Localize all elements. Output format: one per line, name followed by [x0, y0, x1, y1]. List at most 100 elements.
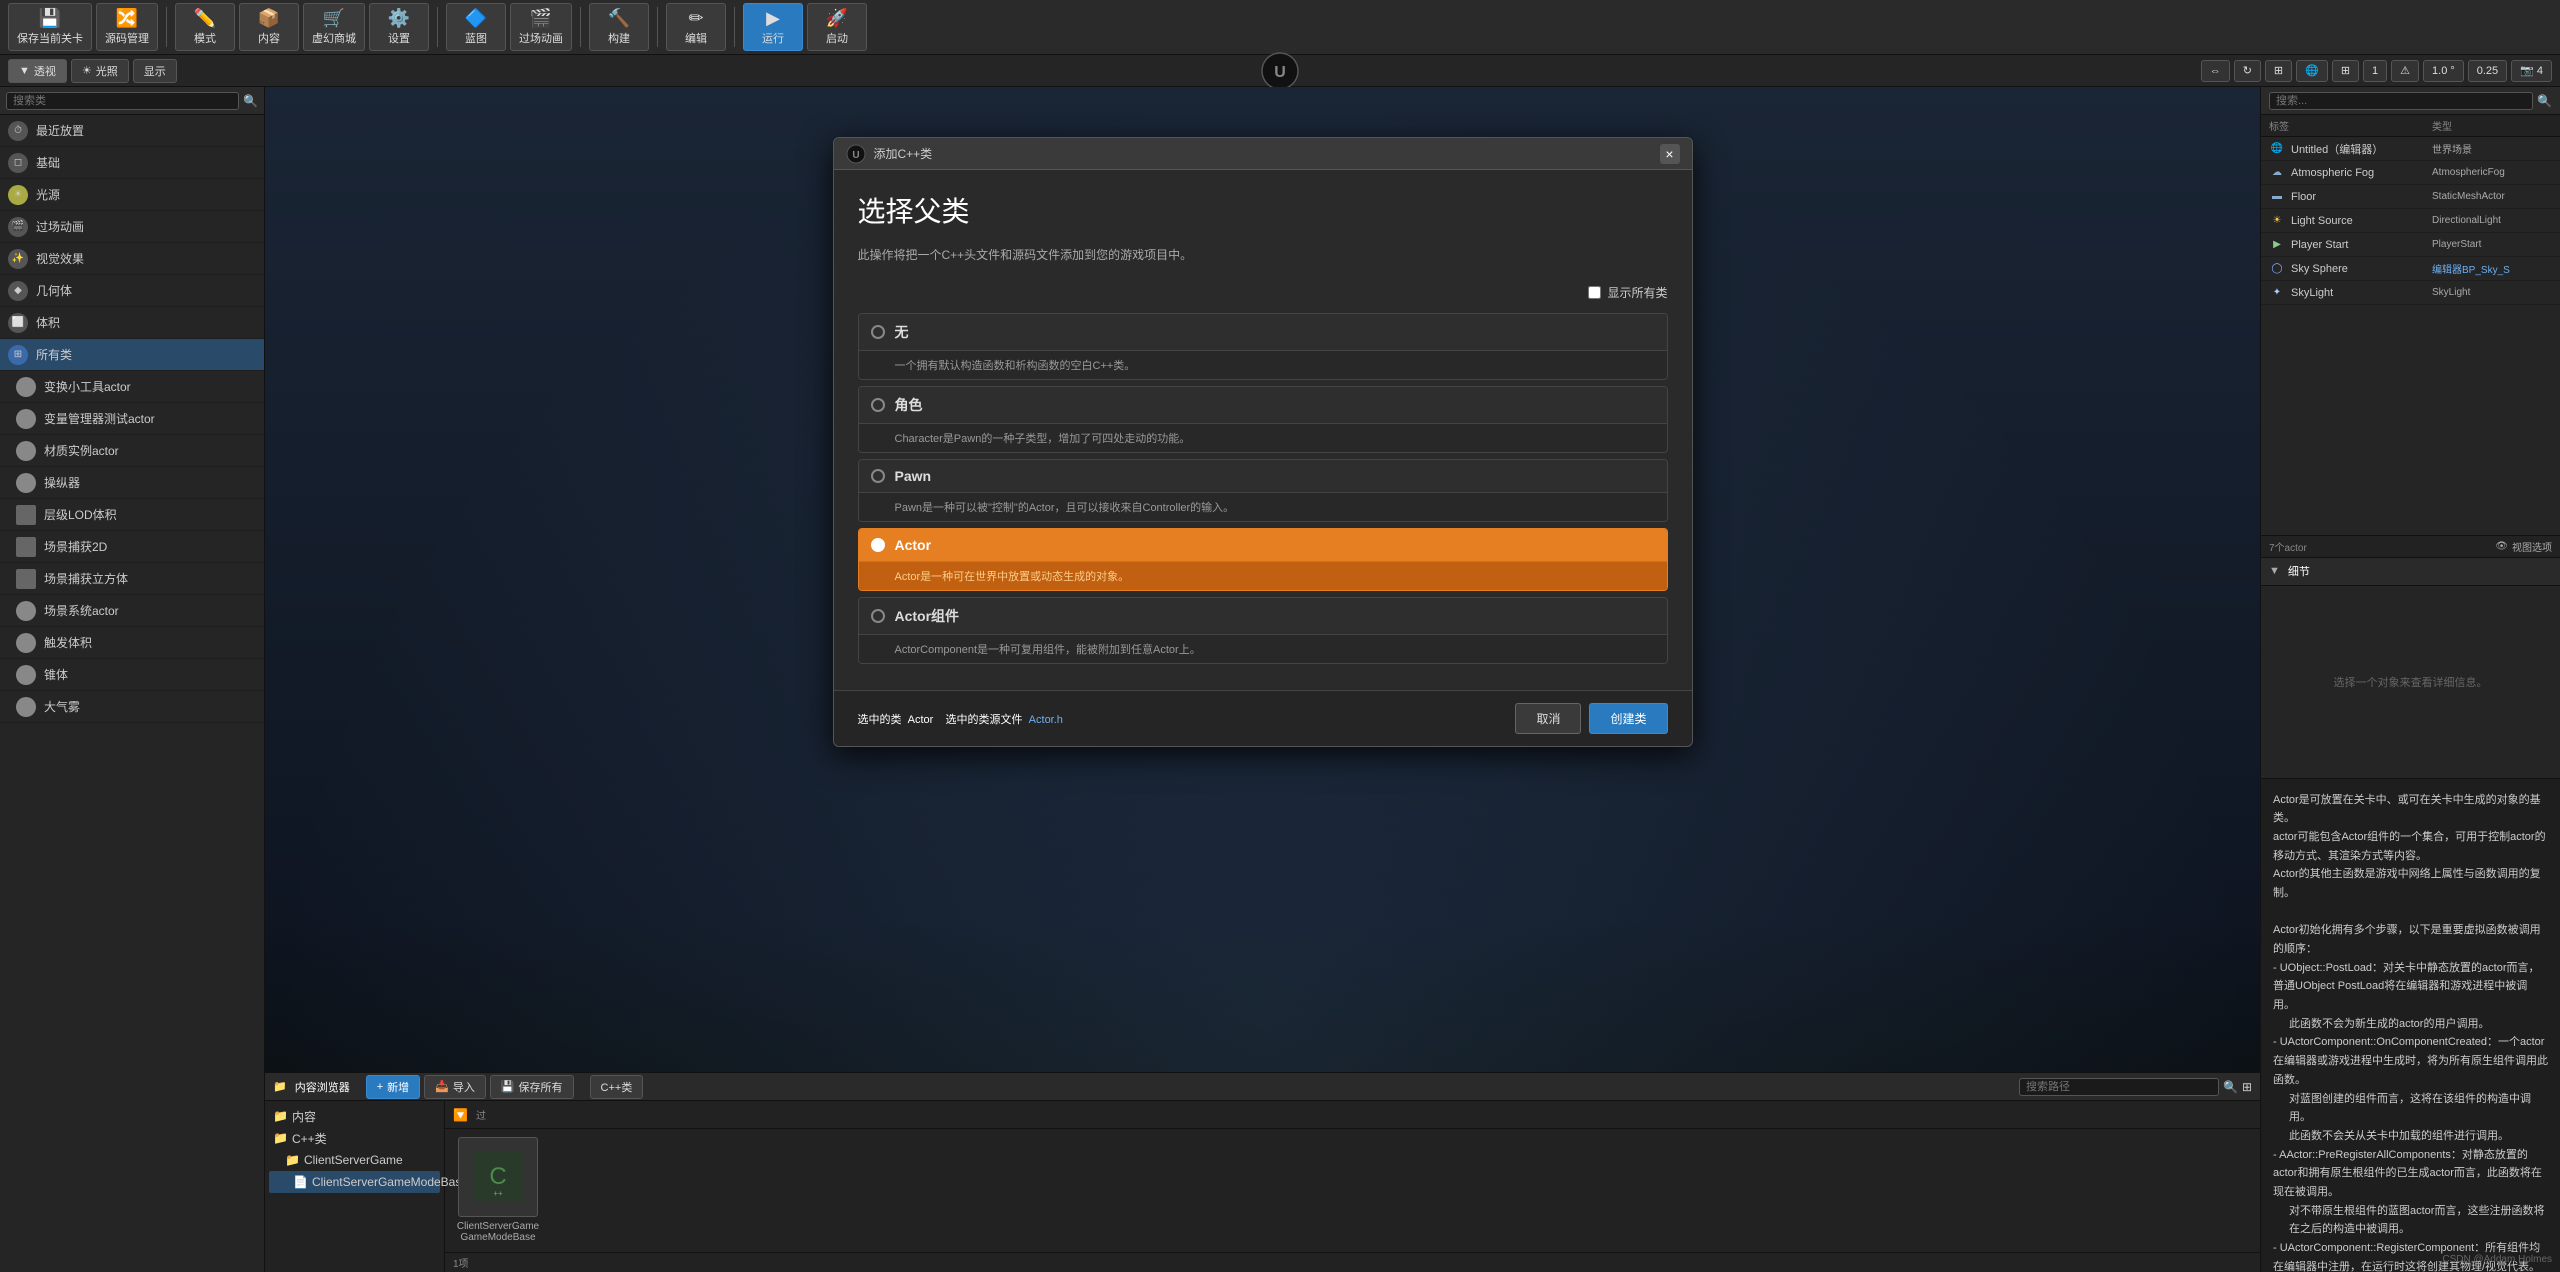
import-button[interactable]: 📥 导入 — [424, 1075, 486, 1099]
actor-item-capture2d[interactable]: 场景捕获2D — [0, 531, 264, 563]
cpp-tab-button[interactable]: C++类 — [590, 1075, 644, 1099]
ue-dialog-logo: U 添加C++类 — [846, 144, 933, 164]
create-class-button[interactable]: 创建类 — [1589, 703, 1667, 734]
show-all-row: 显示所有类 — [858, 284, 1668, 301]
actor-item-lod[interactable]: 层级LOD体积 — [0, 499, 264, 531]
class-option-actor-header[interactable]: Actor — [859, 529, 1667, 561]
outliner-item-atmosfog[interactable]: ☁ Atmospheric Fog AtmosphericFog — [2261, 161, 2560, 185]
actor-item-systems[interactable]: 场景系统actor — [0, 595, 264, 627]
actor-item-varmgr[interactable]: 变量管理器测试actor — [0, 403, 264, 435]
world-space-button[interactable]: 🌐 — [2296, 60, 2328, 82]
edit-button[interactable]: ✏ 编辑 — [666, 3, 726, 51]
content-count-bar: 1项 — [445, 1252, 2260, 1272]
category-basic[interactable]: ◻ 基础 — [0, 147, 264, 179]
category-all[interactable]: ⊞ 所有类 — [0, 339, 264, 371]
sphere-icon-manipulator — [16, 473, 36, 493]
actor-item-trigger[interactable]: 触发体积 — [0, 627, 264, 659]
scale-button[interactable]: ⊞ — [2265, 60, 2292, 82]
category-cinematic[interactable]: 🎬 过场动画 — [0, 211, 264, 243]
outliner-item-skylight[interactable]: ✦ SkyLight SkyLight — [2261, 281, 2560, 305]
lighting-label: 光照 — [96, 63, 118, 79]
tree-item-content[interactable]: 📁 内容 — [269, 1105, 440, 1127]
actor-search-input[interactable] — [6, 92, 239, 110]
actor-item-capture3d[interactable]: 场景捕获立方体 — [0, 563, 264, 595]
settings-button[interactable]: ⚙️ 设置 — [369, 3, 429, 51]
new-asset-button[interactable]: + 新增 — [366, 1075, 420, 1099]
actor-transform-label: 变换小工具actor — [44, 378, 131, 395]
view-options-toggle[interactable]: 👁 视图选项 — [2495, 539, 2552, 554]
build-button[interactable]: 🔨 构建 — [589, 3, 649, 51]
warning-icon-btn[interactable]: ⚠ — [2391, 60, 2419, 82]
tree-item-cpp[interactable]: 📁 C++类 — [269, 1127, 440, 1149]
category-recent[interactable]: ⏱ 最近放置 — [0, 115, 264, 147]
path-input[interactable] — [2019, 1078, 2219, 1096]
outliner-item-light[interactable]: ☀ Light Source DirectionalLight — [2261, 209, 2560, 233]
tree-item-game[interactable]: 📁 ClientServerGame — [269, 1149, 440, 1171]
class-option-actorcomponent: Actor组件 ActorComponent是一种可复用组件，能被附加到任意Ac… — [858, 597, 1668, 664]
content-button[interactable]: 📦 内容 — [239, 3, 299, 51]
category-light-label: 光源 — [36, 186, 60, 203]
camera-speed[interactable]: 📷 4 — [2511, 60, 2552, 82]
save-button[interactable]: 💾 保存当前关卡 — [8, 3, 92, 51]
show-button[interactable]: 显示 — [133, 59, 177, 83]
content-browser-actions: + 新增 📥 导入 💾 保存所有 — [366, 1075, 574, 1099]
scale-input[interactable]: 0.25 — [2468, 60, 2507, 82]
secondary-toolbar: ▼ 透视 ☀ 光照 显示 U ⇔ ↻ ⊞ 🌐 ⊞ 1 ⚠ 1.0° 0.25 📷 — [0, 55, 2560, 87]
asset-gamemode[interactable]: C ++ ClientServerGameGameModeBase — [453, 1137, 543, 1243]
mode-button[interactable]: ✏️ 模式 — [175, 3, 235, 51]
outliner-items-list: 🌐 Untitled（编辑器） 世界场景 ☁ Atmospheric Fog A… — [2261, 137, 2560, 535]
details-header: ▼ 细节 — [2261, 558, 2560, 586]
tree-item-gamemode[interactable]: 📄 ClientServerGameModeBase — [269, 1171, 440, 1193]
folder-icon: 📁 — [273, 1109, 288, 1123]
game-folder-icon: 📁 — [285, 1153, 300, 1167]
market-button[interactable]: 🛒 虚幻商城 — [303, 3, 365, 51]
dialog-footer: 选中的类 Actor 选中的类源文件 Actor.h 取消 创建类 — [834, 690, 1692, 746]
outliner-item-world[interactable]: 🌐 Untitled（编辑器） 世界场景 — [2261, 137, 2560, 161]
outliner-item-skysphere[interactable]: ◯ Sky Sphere 编辑器BP_Sky_S — [2261, 257, 2560, 281]
class-option-none-header[interactable]: 无 — [859, 314, 1667, 350]
outliner-item-floor[interactable]: ▬ Floor StaticMeshActor — [2261, 185, 2560, 209]
light-icon: ☀ — [8, 185, 28, 205]
grid-value[interactable]: 1 — [2363, 60, 2387, 82]
skylight-icon: ✦ — [2269, 285, 2285, 301]
content-browser-icon: 📁 — [273, 1080, 287, 1093]
path-bar: 🔍 ⊞ — [2019, 1078, 2252, 1096]
outliner-item-playerstart[interactable]: ▶ Player Start PlayerStart — [2261, 233, 2560, 257]
grid-snap-button[interactable]: ⊞ — [2332, 60, 2359, 82]
rotate-button[interactable]: ↻ — [2234, 60, 2261, 82]
lighting-button[interactable]: ☀ 光照 — [71, 59, 129, 83]
category-light[interactable]: ☀ 光源 — [0, 179, 264, 211]
class-option-actorcomponent-header[interactable]: Actor组件 — [859, 598, 1667, 634]
actor-item-transform[interactable]: 变换小工具actor — [0, 371, 264, 403]
translate-button[interactable]: ⇔ — [2201, 60, 2230, 82]
category-volume[interactable]: ⬜ 体积 — [0, 307, 264, 339]
save-all-label: 保存所有 — [519, 1079, 563, 1095]
save-icon: 💾 — [39, 9, 61, 27]
actor-item-manipulator[interactable]: 操纵器 — [0, 467, 264, 499]
category-vfx[interactable]: ✨ 视觉效果 — [0, 243, 264, 275]
sun-icon: ☀ — [82, 64, 92, 77]
class-option-character-header[interactable]: 角色 — [859, 387, 1667, 423]
launch-button[interactable]: 🚀 启动 — [807, 3, 867, 51]
rotation-snap[interactable]: 1.0° — [2423, 60, 2464, 82]
search-icon: 🔍 — [243, 94, 258, 108]
play-button[interactable]: ▶ 运行 — [743, 3, 803, 51]
category-geometry[interactable]: ◆ 几何体 — [0, 275, 264, 307]
filter-pass-label: 过 — [476, 1107, 486, 1122]
class-option-pawn-header[interactable]: Pawn — [859, 460, 1667, 492]
actor-item-atmos[interactable]: 大气雾 — [0, 691, 264, 723]
dialog-close-button[interactable]: × — [1660, 144, 1680, 164]
cinematics-button[interactable]: 🎬 过场动画 — [510, 3, 572, 51]
show-all-checkbox[interactable] — [1588, 286, 1601, 299]
actor-item-material[interactable]: 材质实例actor — [0, 435, 264, 467]
cancel-button[interactable]: 取消 — [1515, 703, 1581, 734]
actor-capture3d-label: 场景捕获立方体 — [44, 570, 128, 587]
blueprint-button[interactable]: 🔷 蓝图 — [446, 3, 506, 51]
outliner-label-playerstart: Player Start — [2291, 239, 2426, 251]
actor-item-cone[interactable]: 锥体 — [0, 659, 264, 691]
source-control-button[interactable]: 🔀 源码管理 — [96, 3, 158, 51]
perspective-dropdown[interactable]: ▼ 透视 — [8, 59, 67, 83]
save-all-button[interactable]: 💾 保存所有 — [490, 1075, 574, 1099]
outliner-search-input[interactable] — [2269, 92, 2533, 110]
outliner-label-skylight: SkyLight — [2291, 287, 2426, 299]
